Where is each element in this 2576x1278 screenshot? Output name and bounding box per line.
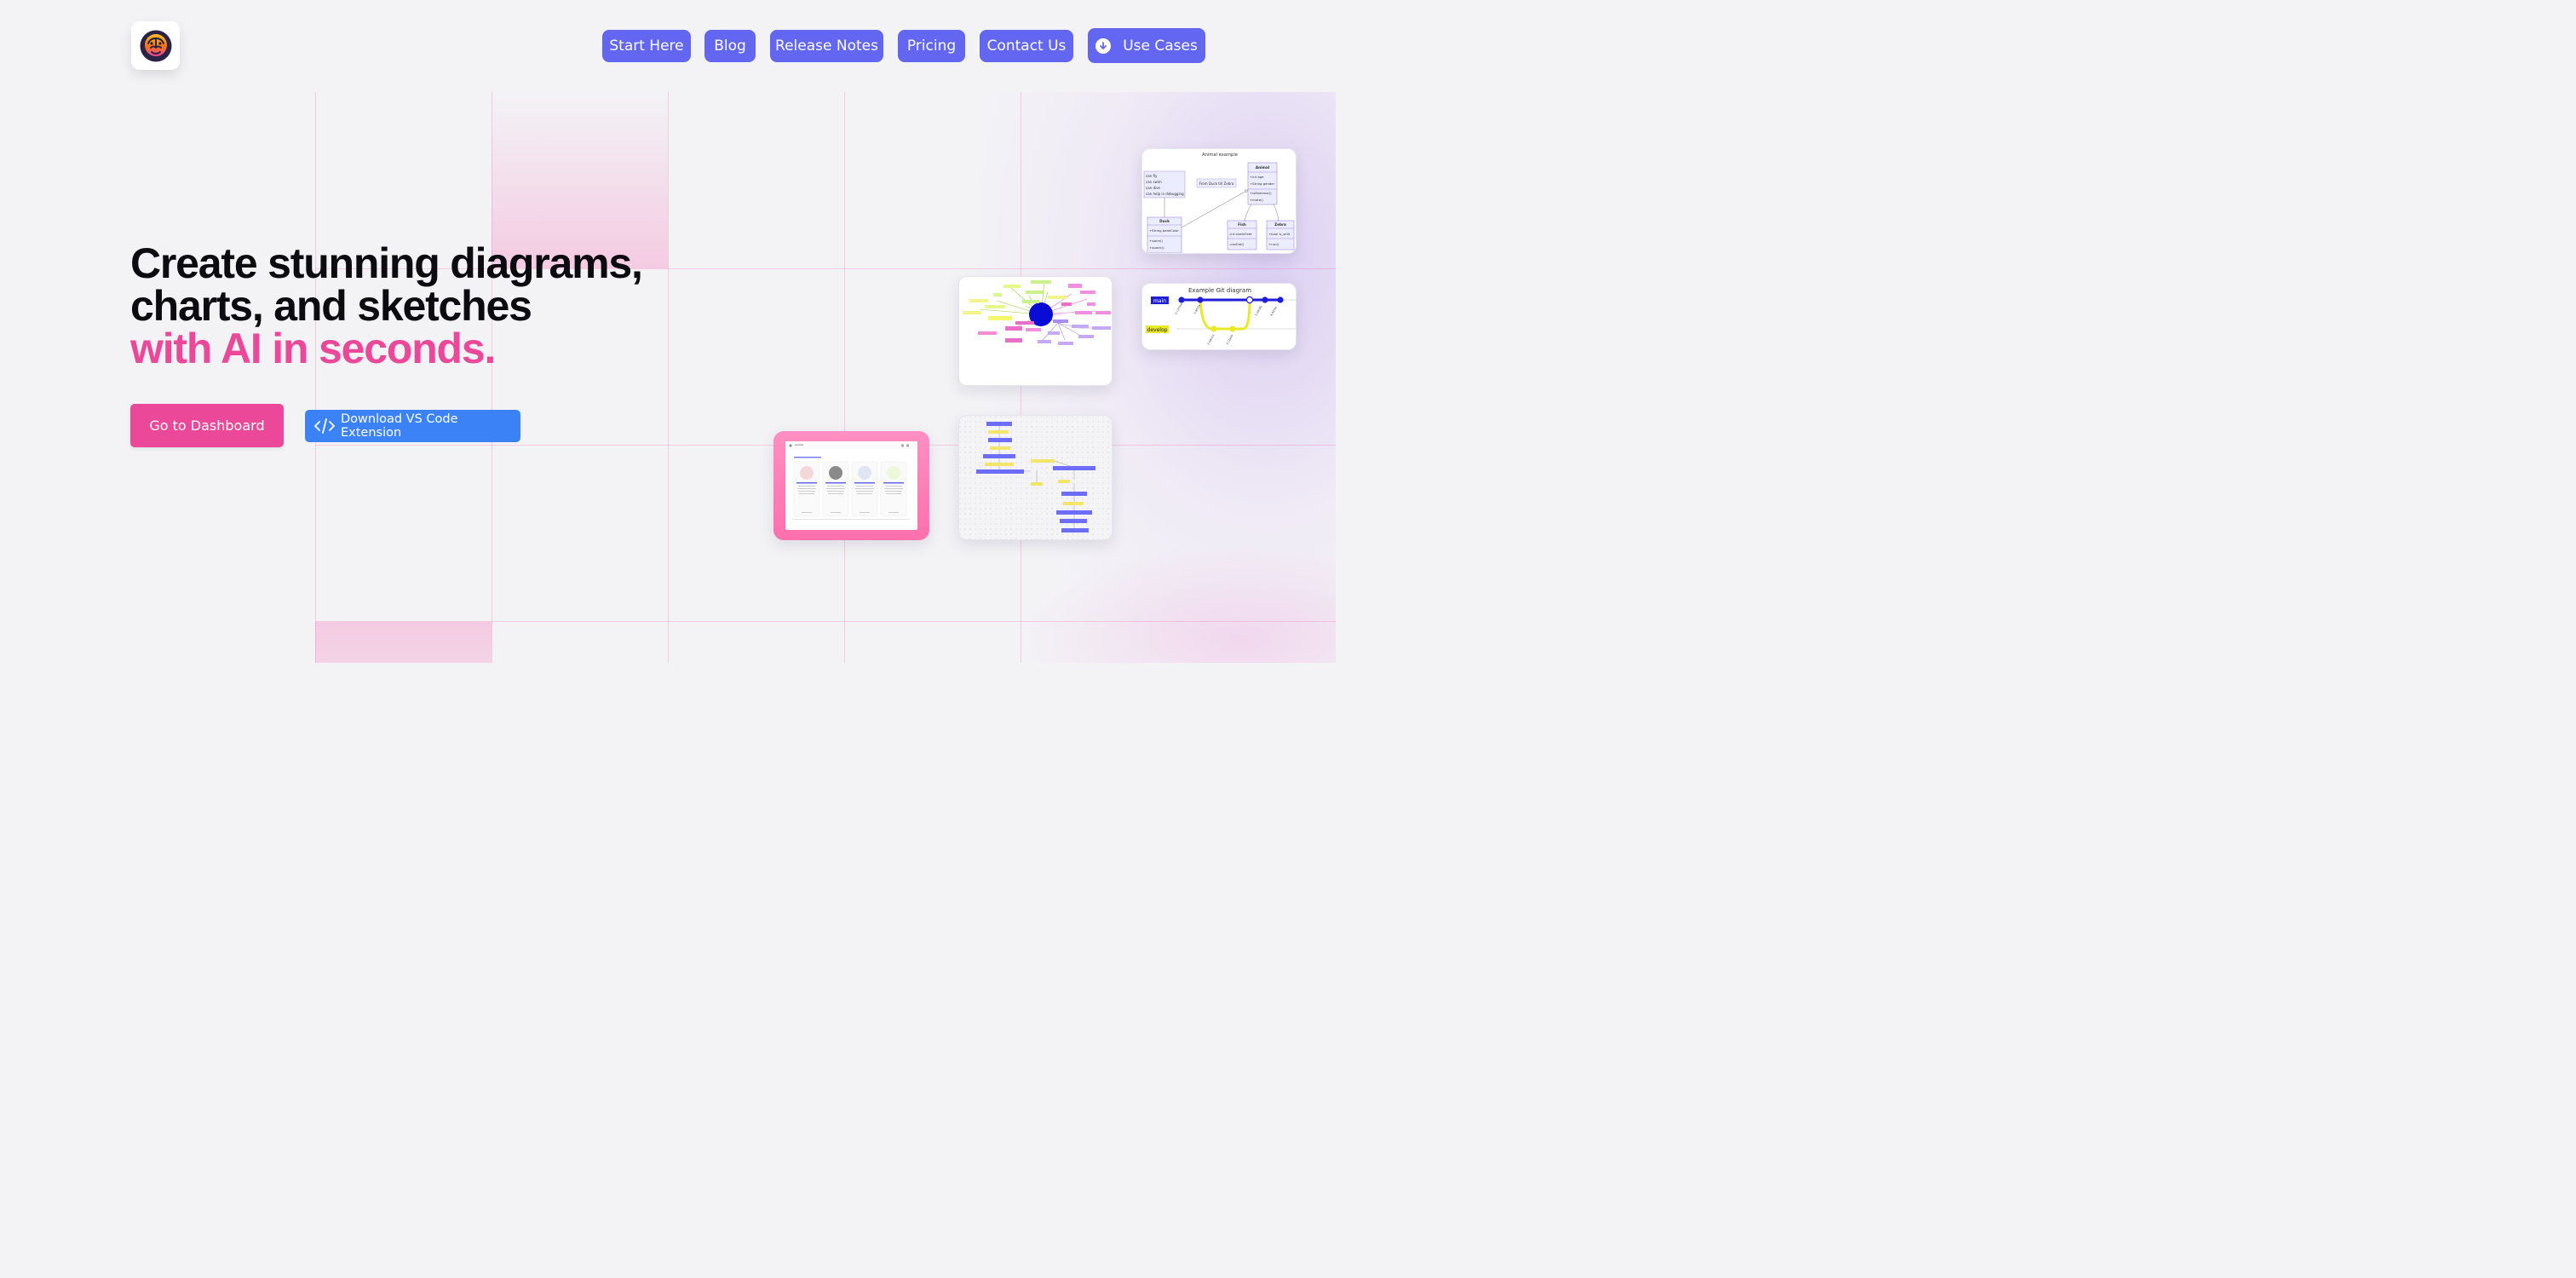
class-method: +swim() bbox=[1149, 239, 1163, 243]
grid-line bbox=[315, 92, 316, 663]
code-brackets-icon bbox=[313, 417, 336, 435]
class-field: +String gender bbox=[1250, 181, 1275, 186]
class-method: +quack() bbox=[1149, 245, 1164, 250]
mind-map-preview[interactable] bbox=[958, 276, 1113, 386]
nav-pricing[interactable]: Pricing bbox=[898, 30, 965, 62]
svg-text:0-c3f1bd: 0-c3f1bd bbox=[1174, 302, 1183, 314]
hero-line-1: Create stunning diagrams, bbox=[130, 239, 643, 287]
note-line: can fly bbox=[1146, 174, 1158, 178]
hero-line-2: charts, and sketches bbox=[130, 282, 532, 330]
class-diagram-title: Animal example bbox=[1202, 153, 1238, 158]
class-method: +run() bbox=[1268, 242, 1279, 246]
note-line: can dive bbox=[1146, 186, 1160, 190]
nav-blog[interactable]: Blog bbox=[704, 30, 756, 62]
class-field: +String beakColor bbox=[1149, 228, 1179, 233]
svg-text:3-c2ab9: 3-c2ab9 bbox=[1225, 334, 1233, 345]
flowchart-preview[interactable] bbox=[958, 415, 1113, 540]
class-field: +bool is_wild bbox=[1268, 232, 1291, 236]
class-name: Fish bbox=[1238, 222, 1246, 227]
class-method: +isMammal() bbox=[1250, 191, 1272, 195]
app-screenshot-preview[interactable] bbox=[773, 431, 929, 540]
nav-start-here[interactable]: Start Here bbox=[602, 30, 691, 62]
class-name: Zebra bbox=[1274, 222, 1286, 227]
class-field: -int sizeInFeet bbox=[1229, 232, 1252, 236]
class-diagram-preview[interactable]: Animal example can fly can swim can dive… bbox=[1141, 148, 1297, 254]
branch-label-main: main bbox=[1153, 298, 1166, 304]
grid-line bbox=[315, 621, 1336, 622]
git-diagram-preview[interactable]: Example Git diagram main develop 0-c3f1b… bbox=[1141, 283, 1297, 350]
git-diagram-title: Example Git diagram bbox=[1188, 287, 1251, 294]
class-name: Animal bbox=[1256, 165, 1270, 170]
hero-line-3: with AI in seconds. bbox=[130, 325, 496, 372]
class-method: -canEat() bbox=[1229, 242, 1245, 246]
go-to-dashboard-button[interactable]: Go to Dashboard bbox=[130, 404, 284, 447]
hero-heading: Create stunning diagrams, charts, and sk… bbox=[130, 239, 643, 372]
grid-line bbox=[668, 92, 669, 663]
nav-contact-us[interactable]: Contact Us bbox=[980, 30, 1073, 62]
nav-release-notes[interactable]: Release Notes bbox=[770, 30, 883, 62]
brain-logo-icon bbox=[140, 30, 171, 61]
relation-label: From Duck till Zebra bbox=[1199, 181, 1234, 186]
download-vscode-extension-label: Download VS Code Extension bbox=[341, 412, 458, 440]
class-method: +mate() bbox=[1250, 198, 1264, 202]
download-circle-icon bbox=[1095, 37, 1112, 54]
nav-use-cases[interactable]: Use Cases bbox=[1088, 28, 1205, 63]
branch-label-develop: develop bbox=[1147, 327, 1168, 333]
background-pink-tile bbox=[315, 622, 492, 663]
class-field: +int age bbox=[1250, 175, 1264, 179]
logo[interactable] bbox=[131, 21, 180, 70]
class-name: Duck bbox=[1159, 219, 1170, 223]
download-vscode-extension-button[interactable]: Download VS Code Extension bbox=[305, 410, 520, 442]
background-glow-bottom bbox=[1012, 544, 1336, 663]
note-line: can swim bbox=[1146, 180, 1162, 184]
nav-use-cases-label: Use Cases bbox=[1123, 37, 1198, 55]
svg-text:5-d4e8b: 5-d4e8b bbox=[1254, 305, 1262, 316]
note-line: can help in debugging bbox=[1146, 192, 1184, 196]
svg-text:6-81f4e: 6-81f4e bbox=[1269, 306, 1278, 317]
grid-line bbox=[844, 92, 845, 663]
svg-text:2-b8e13: 2-b8e13 bbox=[1206, 334, 1215, 345]
